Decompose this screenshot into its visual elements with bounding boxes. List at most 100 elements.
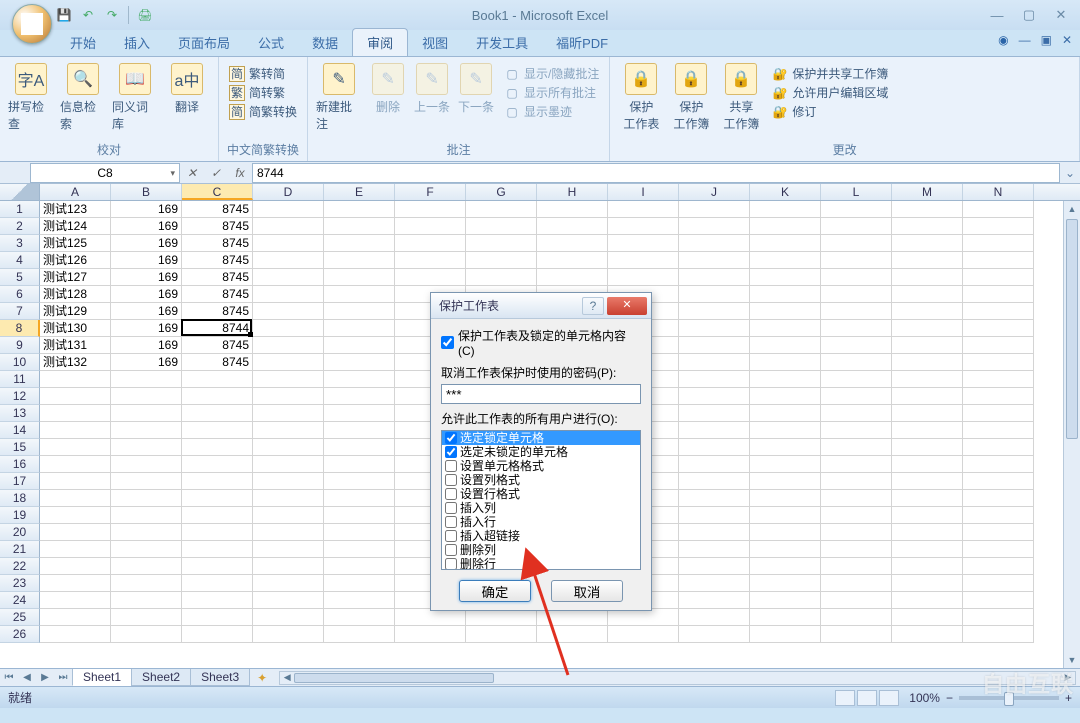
cell[interactable]	[963, 507, 1034, 524]
cell[interactable]	[324, 422, 395, 439]
row-header[interactable]: 14	[0, 422, 40, 439]
row-header[interactable]: 25	[0, 609, 40, 626]
checkbox[interactable]	[445, 516, 457, 528]
cell[interactable]	[750, 218, 821, 235]
scroll-up-icon[interactable]: ▲	[1064, 201, 1080, 217]
protect-contents-checkbox[interactable]: 保护工作表及锁定的单元格内容(C)	[441, 327, 641, 358]
nav-first-icon[interactable]: ⏮	[0, 672, 18, 683]
cell[interactable]	[253, 507, 324, 524]
cell[interactable]	[892, 524, 963, 541]
permission-item[interactable]: 设置列格式	[442, 473, 640, 487]
checkbox[interactable]	[445, 432, 457, 444]
cell[interactable]	[324, 609, 395, 626]
nav-next-icon[interactable]: ▶	[36, 672, 54, 683]
cell[interactable]	[821, 286, 892, 303]
cell[interactable]	[111, 371, 182, 388]
cell[interactable]	[750, 575, 821, 592]
cell[interactable]	[750, 269, 821, 286]
ribbon-tab-6[interactable]: 视图	[408, 29, 462, 56]
change-opt-0[interactable]: 🔐保护并共享工作簿	[772, 65, 888, 82]
cell[interactable]: 测试124	[40, 218, 111, 235]
cell[interactable]	[253, 371, 324, 388]
cell[interactable]	[182, 558, 253, 575]
cell[interactable]	[608, 269, 679, 286]
cell[interactable]	[821, 422, 892, 439]
cell[interactable]: 8745	[182, 218, 253, 235]
cell[interactable]: 测试132	[40, 354, 111, 371]
col-header-D[interactable]: D	[253, 184, 324, 200]
col-header-I[interactable]: I	[608, 184, 679, 200]
cell[interactable]	[892, 541, 963, 558]
fx-icon[interactable]: fx	[228, 166, 252, 180]
row-header[interactable]: 4	[0, 252, 40, 269]
cell[interactable]	[750, 541, 821, 558]
vertical-scrollbar[interactable]: ▲ ▼	[1063, 201, 1080, 668]
cell[interactable]	[182, 422, 253, 439]
cell[interactable]	[892, 286, 963, 303]
cell[interactable]	[679, 405, 750, 422]
cell[interactable]	[608, 235, 679, 252]
cell[interactable]	[111, 524, 182, 541]
permission-item[interactable]: 设置行格式	[442, 487, 640, 501]
cell[interactable]	[963, 473, 1034, 490]
cell[interactable]	[40, 609, 111, 626]
cell[interactable]	[466, 269, 537, 286]
cell[interactable]	[963, 218, 1034, 235]
cell[interactable]	[253, 405, 324, 422]
cell[interactable]	[182, 541, 253, 558]
cell[interactable]	[821, 371, 892, 388]
cell[interactable]	[111, 575, 182, 592]
dialog-titlebar[interactable]: 保护工作表 ? ✕	[431, 293, 651, 319]
cell[interactable]: 8745	[182, 354, 253, 371]
cell[interactable]	[253, 609, 324, 626]
cell[interactable]	[253, 218, 324, 235]
cell[interactable]: 8745	[182, 269, 253, 286]
cell[interactable]	[324, 269, 395, 286]
cell[interactable]	[679, 507, 750, 524]
row-header[interactable]: 7	[0, 303, 40, 320]
cell[interactable]	[182, 371, 253, 388]
cell[interactable]	[182, 405, 253, 422]
cell[interactable]	[892, 507, 963, 524]
comment-nav-1[interactable]: ✎上一条	[412, 63, 452, 115]
cell[interactable]	[324, 252, 395, 269]
permission-item[interactable]: 插入超链接	[442, 529, 640, 543]
cell[interactable]	[395, 269, 466, 286]
sheet-tab-Sheet1[interactable]: Sheet1	[72, 669, 132, 686]
cell[interactable]	[963, 422, 1034, 439]
cell[interactable]	[963, 303, 1034, 320]
cell[interactable]	[40, 490, 111, 507]
cell[interactable]	[608, 609, 679, 626]
cell[interactable]	[182, 626, 253, 643]
cell[interactable]	[537, 252, 608, 269]
cell[interactable]	[395, 235, 466, 252]
cell[interactable]	[608, 201, 679, 218]
checkbox[interactable]	[441, 336, 454, 349]
cell[interactable]	[608, 626, 679, 643]
cell[interactable]	[892, 558, 963, 575]
chinese-0[interactable]: 简繁转简	[229, 65, 297, 82]
cell[interactable]	[324, 575, 395, 592]
cell[interactable]	[253, 235, 324, 252]
cell[interactable]	[750, 388, 821, 405]
cell[interactable]	[324, 490, 395, 507]
cell[interactable]	[963, 201, 1034, 218]
cell[interactable]	[963, 626, 1034, 643]
cell[interactable]	[750, 524, 821, 541]
cell[interactable]	[821, 269, 892, 286]
save-icon[interactable]: 💾	[54, 5, 74, 25]
row-header[interactable]: 19	[0, 507, 40, 524]
permission-item[interactable]: 选定锁定单元格	[442, 431, 640, 445]
col-header-C[interactable]: C	[182, 184, 253, 200]
cell[interactable]: 169	[111, 354, 182, 371]
dialog-help-icon[interactable]: ?	[582, 297, 604, 315]
cell[interactable]	[892, 252, 963, 269]
zoom-level[interactable]: 100%	[909, 691, 940, 705]
cell[interactable]	[963, 354, 1034, 371]
doc-restore-icon[interactable]: ▣	[1041, 33, 1052, 47]
cell[interactable]	[963, 235, 1034, 252]
help-icon[interactable]: ◉	[998, 33, 1008, 47]
cell[interactable]: 8745	[182, 252, 253, 269]
cell[interactable]	[111, 405, 182, 422]
cell[interactable]	[821, 252, 892, 269]
